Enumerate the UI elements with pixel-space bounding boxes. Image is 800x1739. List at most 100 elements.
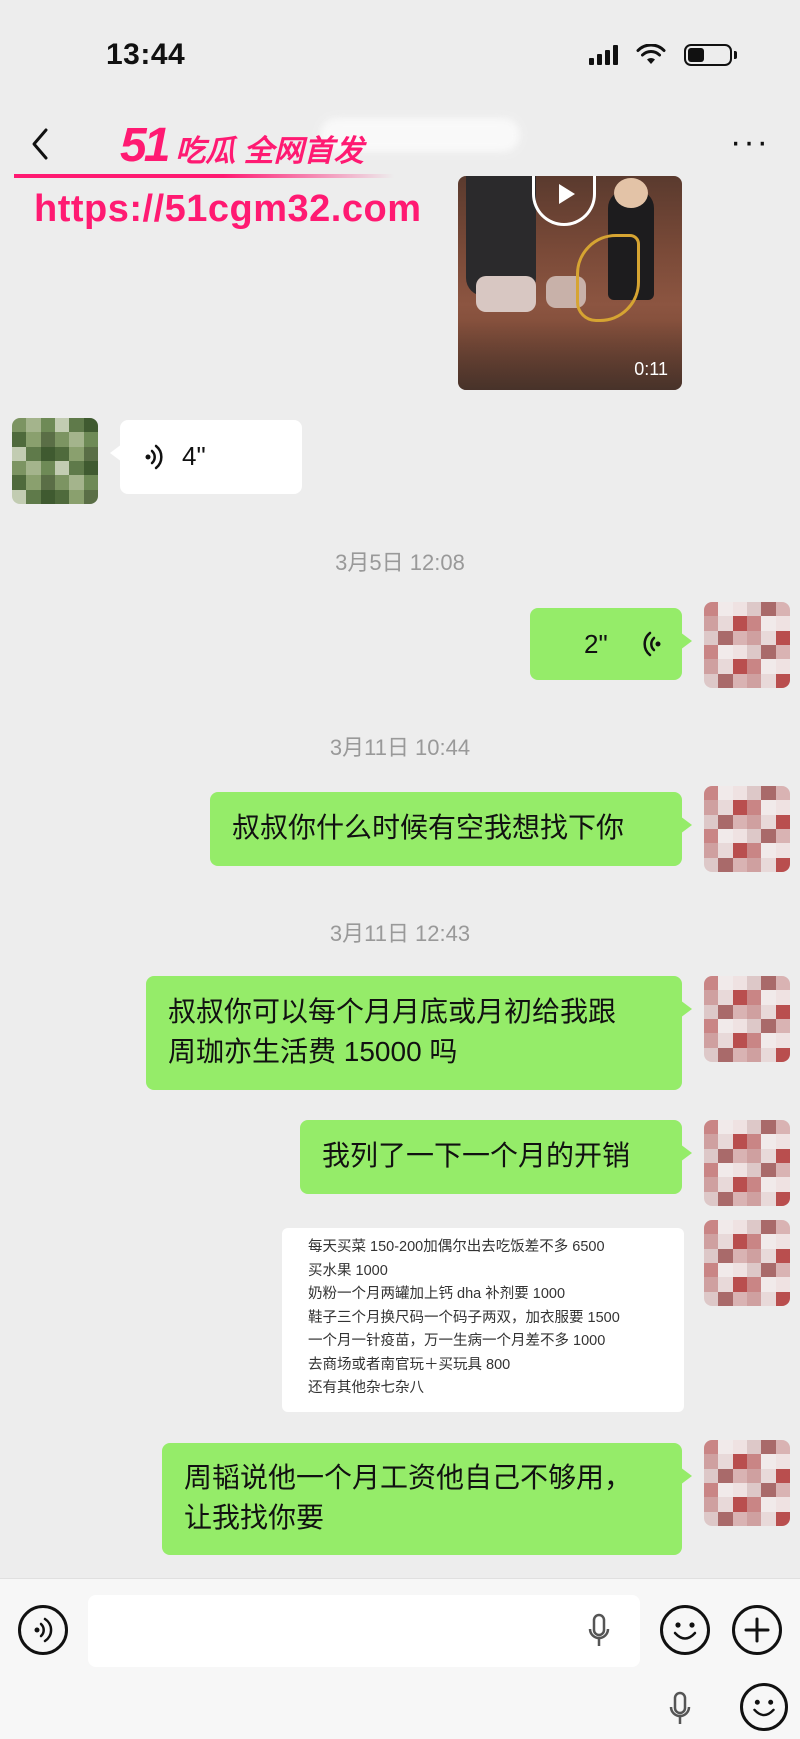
avatar-pixel (704, 1440, 719, 1455)
avatar-pixel (69, 475, 84, 490)
avatar-pixel (704, 659, 719, 674)
voice-wave-icon (643, 631, 661, 657)
avatar-pixel (704, 1148, 719, 1163)
voice-mode-icon[interactable] (18, 1605, 68, 1655)
emoji-icon[interactable] (660, 1605, 710, 1655)
avatar-pixel (746, 1248, 762, 1263)
avatar-pixel (761, 659, 776, 674)
microphone-icon[interactable] (588, 1613, 610, 1649)
message-line: 让我找你要 (184, 1502, 325, 1533)
avatar-pixel (732, 1162, 747, 1178)
avatar-pixel (775, 1120, 790, 1135)
avatar-pixel (761, 1177, 776, 1192)
avatar-pixel (761, 1191, 776, 1206)
message-line: 周韬说他一个月工资他自己不够用， (184, 1462, 633, 1493)
avatar-pixel (732, 1277, 747, 1292)
avatar-pixel (761, 1018, 776, 1034)
my-avatar[interactable] (704, 1220, 790, 1306)
image-message-expense-list[interactable]: 每天买菜 150-200加偶尔出去吃饭差不多 6500 买水果 1000 奶粉一… (282, 1228, 684, 1412)
avatar-pixel (54, 418, 70, 433)
avatar-pixel (775, 976, 790, 991)
avatar-pixel (746, 1440, 762, 1455)
emoji-icon[interactable] (740, 1683, 788, 1731)
avatar-pixel (746, 602, 762, 617)
video-message[interactable]: 0:11 (458, 176, 682, 390)
avatar-pixel (746, 1497, 762, 1512)
avatar-pixel (775, 644, 790, 660)
avatar-pixel (761, 1134, 776, 1149)
expense-line: 还有其他杂七杂八 (308, 1380, 424, 1396)
avatar-pixel (761, 1120, 776, 1135)
text-message-outgoing[interactable]: 周韬说他一个月工资他自己不够用， 让我找你要 (162, 1443, 692, 1555)
plus-icon[interactable] (732, 1605, 782, 1655)
text-message-outgoing[interactable]: 我列了一下一个月的开销 (300, 1120, 692, 1194)
avatar-pixel (704, 1234, 719, 1249)
avatar-pixel (746, 1511, 762, 1526)
more-horizontal-icon[interactable]: ··· (730, 125, 770, 159)
expense-line: 每天买菜 150-200加偶尔出去吃饭差不多 6500 (308, 1239, 605, 1255)
message-timestamp: 3月11日 10:44 (329, 735, 471, 760)
plus-glyph (744, 1617, 770, 1643)
avatar-pixel (775, 602, 790, 617)
avatar-pixel (775, 1262, 790, 1278)
avatar-pixel (704, 976, 719, 991)
avatar-pixel (26, 475, 41, 490)
avatar-pixel (718, 786, 733, 801)
avatar-pixel (761, 616, 776, 631)
avatar-pixel (761, 673, 776, 688)
avatar-pixel (775, 786, 790, 801)
watermark-url: https://51cgm32.com (34, 188, 422, 230)
avatar-pixel (704, 1291, 719, 1306)
avatar-pixel (718, 616, 733, 631)
message-text: 我列了一下一个月的开销 (322, 1140, 631, 1171)
avatar-pixel (704, 1511, 719, 1526)
my-avatar[interactable] (704, 602, 790, 688)
contact-avatar[interactable] (12, 418, 98, 504)
avatar-pixel (704, 1177, 719, 1192)
my-avatar[interactable] (704, 1440, 790, 1526)
avatar-pixel (718, 1162, 733, 1178)
avatar-pixel (775, 1033, 790, 1048)
microphone-icon[interactable] (668, 1691, 692, 1727)
avatar-pixel (12, 475, 27, 490)
avatar-pixel (732, 1177, 747, 1192)
avatar-pixel (69, 418, 84, 433)
avatar-pixel (40, 418, 55, 433)
video-figure-child-head (614, 178, 648, 208)
avatar-pixel (761, 1291, 776, 1306)
avatar-pixel (718, 1234, 733, 1249)
avatar-pixel (775, 616, 790, 631)
avatar-pixel (40, 475, 55, 490)
avatar-pixel (718, 1148, 733, 1163)
voice-duration: 2" (584, 629, 608, 659)
avatar-pixel (26, 446, 41, 461)
avatar-pixel (69, 460, 84, 476)
avatar-pixel (732, 1134, 747, 1149)
play-icon[interactable] (532, 176, 596, 226)
my-avatar[interactable] (704, 1120, 790, 1206)
text-message-outgoing[interactable]: 叔叔你可以每个月月底或月初给我跟 周珈亦生活费 15000 吗 (146, 976, 692, 1090)
avatar-pixel (732, 976, 747, 991)
expense-line: 一个月一针疫苗，万一生病一个月差不多 1000 (308, 1333, 606, 1349)
avatar-pixel (746, 1291, 762, 1306)
avatar-pixel (40, 489, 55, 504)
my-avatar[interactable] (704, 976, 790, 1062)
avatar-pixel (718, 1497, 733, 1512)
avatar-pixel (54, 460, 70, 476)
battery-icon (684, 44, 737, 66)
voice-message-incoming[interactable]: 4" (110, 420, 302, 494)
avatar-pixel (775, 1291, 790, 1306)
my-avatar[interactable] (704, 786, 790, 872)
avatar-pixel (761, 857, 776, 872)
avatar-pixel (746, 1468, 762, 1483)
avatar-pixel (761, 1234, 776, 1249)
text-message-outgoing[interactable]: 叔叔你什么时候有空我想找下你 (210, 792, 692, 866)
message-input[interactable] (88, 1595, 640, 1667)
voice-message-outgoing[interactable]: 2" (530, 608, 692, 680)
watermark-brand: 51 吃瓜 全网首发 (120, 118, 364, 173)
avatar-pixel (761, 1220, 776, 1235)
avatar-pixel (704, 843, 719, 858)
avatar-pixel (761, 1162, 776, 1178)
avatar-pixel (732, 1234, 747, 1249)
avatar-pixel (718, 1220, 733, 1235)
